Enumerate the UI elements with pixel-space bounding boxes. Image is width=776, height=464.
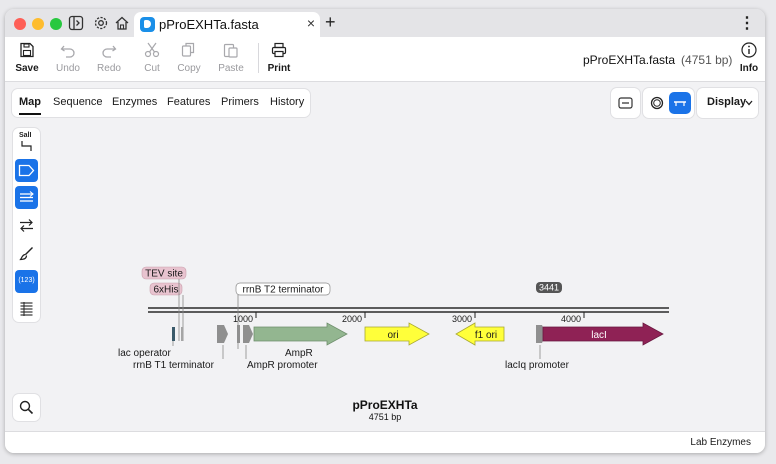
small-feature[interactable]	[181, 327, 183, 341]
rrnb-t1-label: rrnB T1 terminator	[133, 360, 215, 371]
tick-label: 3000	[452, 314, 472, 324]
linear-map[interactable]: 1000 2000 3000 4000 TEV site 6xHis rrnB …	[5, 9, 765, 453]
lab-enzymes-button[interactable]: Lab Enzymes	[690, 437, 751, 448]
lac-operator-feature[interactable]	[172, 327, 175, 341]
tick-label: 1000	[233, 314, 253, 324]
ampr-label: AmpR	[285, 348, 313, 359]
ampr-feature[interactable]	[253, 322, 348, 346]
status-bar: Lab Enzymes	[5, 431, 765, 453]
rrnb-t2-terminator-feature[interactable]	[237, 325, 240, 343]
rrnb-t2-label: rrnB T2 terminator	[243, 285, 325, 296]
f1-ori-label: f1 ori	[475, 330, 497, 341]
laci-label: lacI	[591, 330, 607, 341]
his-tag-label: 6xHis	[153, 285, 178, 296]
lac-operator-label: lac operator	[118, 348, 171, 359]
ori-label: ori	[387, 330, 398, 341]
tick-label: 2000	[342, 314, 362, 324]
plasmid-length: 4751 bp	[369, 412, 402, 422]
position-badge-label: 3441	[539, 283, 559, 293]
laciq-promoter-label: lacIq promoter	[505, 360, 570, 371]
rrnb-t1-terminator-feature[interactable]	[217, 325, 228, 343]
app-window: pProEXHTa.fasta × + ⋮ Save Undo Redo Cut…	[5, 9, 765, 453]
ampr-promoter-label: AmpR promoter	[247, 360, 318, 371]
tick-label: 4000	[561, 314, 581, 324]
ampr-promoter-feature[interactable]	[243, 325, 253, 343]
tev-site-label: TEV site	[145, 269, 183, 280]
plasmid-name: pProEXHTa	[352, 398, 417, 412]
